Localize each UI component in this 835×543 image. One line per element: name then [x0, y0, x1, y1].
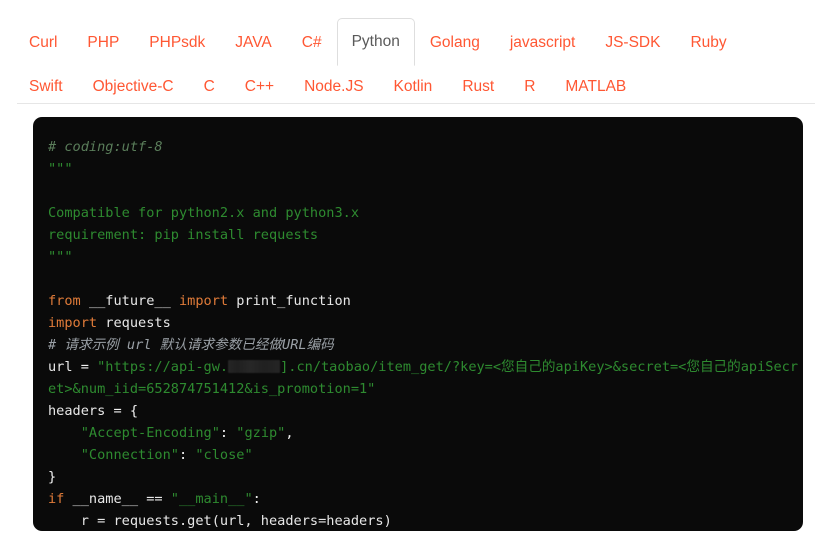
- code-keyword-import-2: import: [48, 315, 98, 331]
- code-header-value-close: "close": [195, 447, 253, 463]
- code-docstring-open: """: [48, 161, 73, 177]
- tab-php[interactable]: PHP: [72, 18, 134, 66]
- code-line-6: """: [48, 246, 803, 268]
- tab-python[interactable]: Python: [336, 18, 415, 66]
- language-tabs: Curl PHP PHPsdk JAVA C# Python Golang ja…: [0, 0, 835, 106]
- code-comment-url-example: # 请求示例 url 默认请求参数已经做URL编码: [48, 337, 334, 353]
- language-tabs-row-1: Curl PHP PHPsdk JAVA C# Python Golang ja…: [0, 18, 835, 66]
- code-headers-close-brace: }: [48, 469, 57, 485]
- code-line-8: from __future__ import print_function: [48, 290, 803, 312]
- tabs-divider: [17, 103, 815, 104]
- tab-matlab[interactable]: MATLAB: [550, 66, 641, 106]
- language-tabs-row-2: Swift Objective-C C C++ Node.JS Kotlin R…: [0, 66, 835, 106]
- code-var-headers: headers: [48, 403, 106, 419]
- tab-cplusplus[interactable]: C++: [230, 66, 289, 106]
- tab-kotlin[interactable]: Kotlin: [379, 66, 448, 106]
- code-if-colon: :: [252, 491, 261, 507]
- code-content[interactable]: # coding:utf-8 """ Compatible for python2.…: [33, 117, 803, 531]
- code-keyword-if: if: [48, 491, 65, 507]
- code-line-14: "Connection": "close": [48, 444, 803, 466]
- code-line-15: }: [48, 466, 803, 488]
- tab-c[interactable]: C: [189, 66, 230, 106]
- tab-csharp[interactable]: C#: [287, 18, 337, 66]
- tab-r[interactable]: R: [509, 66, 550, 106]
- code-var-url: url: [48, 359, 73, 375]
- code-line-11: url = "https://api-gw.].cn/taobao/item_g…: [48, 356, 803, 400]
- code-docstring-close: """: [48, 249, 73, 265]
- tab-rust[interactable]: Rust: [447, 66, 509, 106]
- tab-swift[interactable]: Swift: [14, 66, 78, 106]
- code-module-requests: requests: [105, 315, 171, 331]
- code-line-17: r = requests.get(url, headers=headers): [48, 510, 803, 531]
- tab-objective-c[interactable]: Objective-C: [78, 66, 189, 106]
- code-docstring-requirement: requirement: pip install requests: [48, 227, 319, 243]
- redacted-domain-block: [228, 360, 281, 373]
- code-module-future: __future__: [88, 293, 171, 309]
- tab-javascript[interactable]: javascript: [495, 18, 590, 66]
- code-keyword-import: import: [178, 293, 229, 309]
- code-line-5: requirement: pip install requests: [48, 224, 803, 246]
- code-dunder-name: __name__ ==: [64, 491, 171, 507]
- code-line-9: import requests: [48, 312, 803, 334]
- code-header-key-connection: "Connection": [80, 447, 179, 463]
- code-line-4: Compatible for python2.x and python3.x: [48, 202, 803, 224]
- code-line-2: """: [48, 158, 803, 180]
- code-header-colon-2: :: [178, 447, 196, 463]
- code-line-12: headers = {: [48, 400, 803, 422]
- tab-nodejs[interactable]: Node.JS: [289, 66, 378, 106]
- tab-ruby[interactable]: Ruby: [675, 18, 741, 66]
- code-line-16: if __name__ == "__main__":: [48, 488, 803, 510]
- code-header-key-accept-encoding: "Accept-Encoding": [80, 425, 220, 441]
- code-name-print-function: print_function: [236, 293, 351, 309]
- code-header-colon-1: :: [219, 425, 237, 441]
- code-header-comma: ,: [285, 425, 294, 441]
- code-docstring-compatible: Compatible for python2.x and python3.x: [48, 205, 359, 221]
- code-line-1: # coding:utf-8: [48, 136, 803, 158]
- code-keyword-from: from: [48, 293, 81, 309]
- tab-phpsdk[interactable]: PHPsdk: [134, 18, 220, 66]
- code-dunder-main: "__main__": [170, 491, 253, 507]
- code-line-10: # 请求示例 url 默认请求参数已经做URL编码: [48, 334, 803, 356]
- code-line-13: "Accept-Encoding": "gzip",: [48, 422, 803, 444]
- code-header-value-gzip: "gzip": [236, 425, 286, 441]
- tab-java[interactable]: JAVA: [220, 18, 286, 66]
- code-sample-block: # coding:utf-8 """ Compatible for python2.…: [33, 117, 803, 531]
- code-assign-url: =: [72, 359, 98, 375]
- tab-js-sdk[interactable]: JS-SDK: [590, 18, 675, 66]
- code-headers-open-brace: = {: [105, 403, 139, 419]
- code-requests-get-call: r = requests.get(url, headers=headers): [48, 513, 392, 529]
- tab-golang[interactable]: Golang: [415, 18, 495, 66]
- code-sample-page: Curl PHP PHPsdk JAVA C# Python Golang ja…: [0, 0, 835, 543]
- code-url-part-1: "https://api-gw.: [97, 359, 229, 375]
- tab-curl[interactable]: Curl: [14, 18, 72, 66]
- code-comment-coding: # coding:utf-8: [48, 139, 163, 155]
